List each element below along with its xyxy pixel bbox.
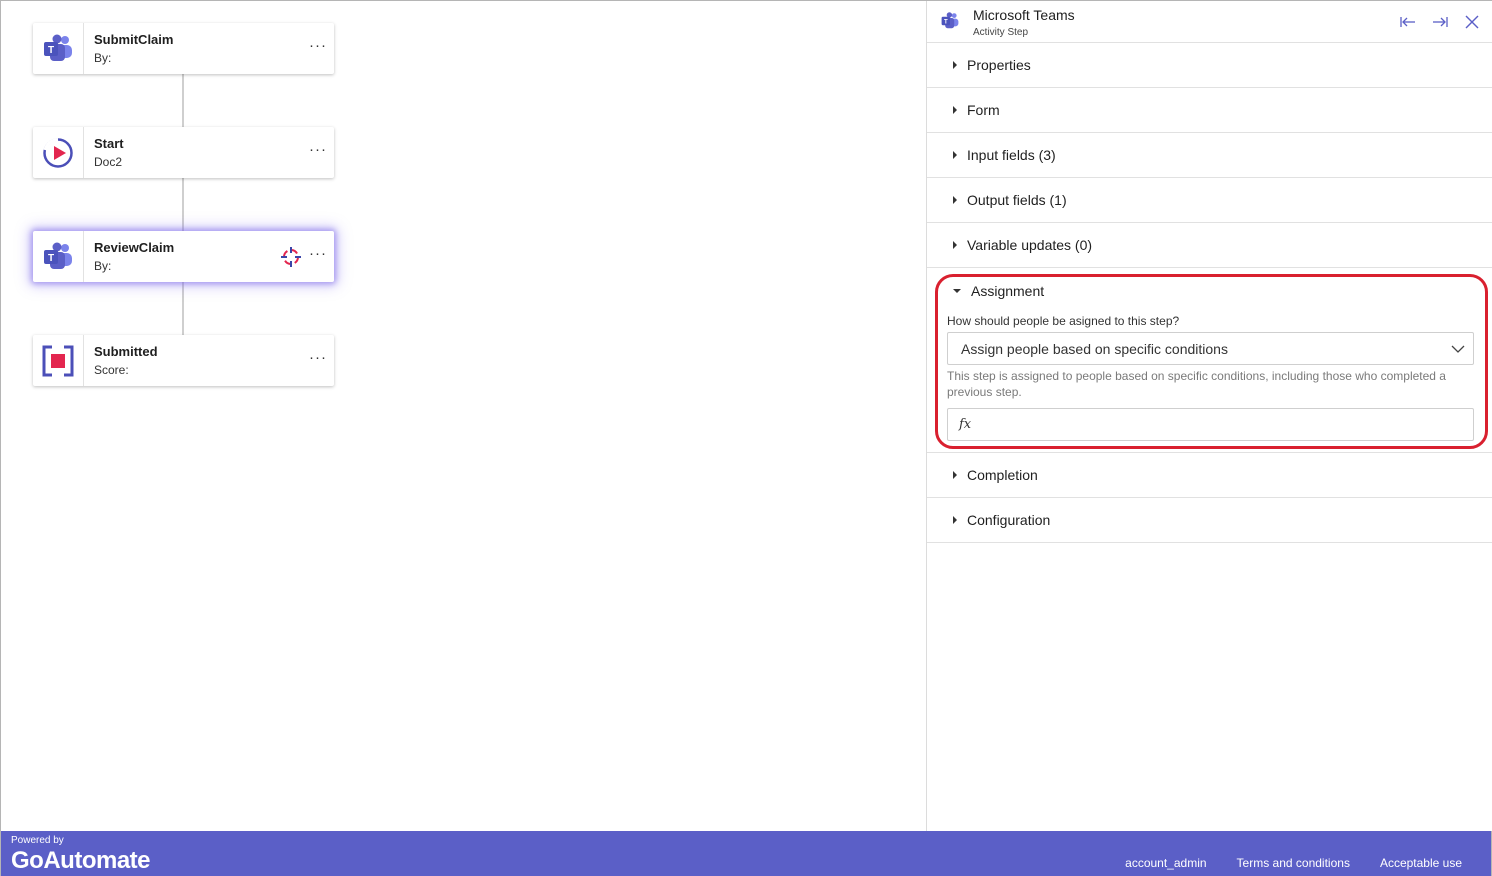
node-title: SubmitClaim — [94, 32, 174, 47]
powered-by-label: Powered by — [11, 835, 64, 846]
panel-title: Microsoft Teams — [973, 7, 1075, 23]
workflow-canvas[interactable]: T SubmitClaim By: ··· Start Doc2 ··· T R… — [1, 1, 926, 831]
assignment-method-select[interactable]: Assign people based on specific conditio… — [947, 332, 1474, 365]
section-completion[interactable]: Completion — [927, 453, 1492, 498]
section-label: Assignment — [971, 282, 1045, 299]
assignment-header[interactable]: Assignment — [927, 268, 1492, 313]
close-icon — [1465, 15, 1479, 29]
section-input-fields[interactable]: Input fields (3) — [927, 133, 1492, 178]
footer: Powered by GoAutomate account_admin Term… — [1, 831, 1491, 876]
caret-right-icon — [953, 516, 957, 524]
node-subtitle: Score: — [94, 363, 129, 377]
section-properties[interactable]: Properties — [927, 43, 1492, 88]
caret-right-icon — [953, 106, 957, 114]
section-output-fields[interactable]: Output fields (1) — [927, 178, 1492, 223]
teams-icon: T — [33, 23, 84, 74]
section-form[interactable]: Form — [927, 88, 1492, 133]
fx-icon: fx — [959, 417, 972, 432]
properties-panel: T Microsoft Teams Activity Step Properti… — [926, 1, 1492, 831]
node-submitclaim[interactable]: T SubmitClaim By: ··· — [33, 23, 334, 74]
section-variable-updates[interactable]: Variable updates (0) — [927, 223, 1492, 268]
panel-subtitle: Activity Step — [973, 27, 1029, 38]
connector-line — [182, 282, 184, 335]
svg-text:T: T — [944, 19, 948, 25]
node-title: Submitted — [94, 344, 158, 359]
goautomate-logo: GoAutomate — [11, 847, 151, 874]
acceptable-use-link[interactable]: Acceptable use — [1380, 856, 1462, 870]
node-text: Submitted Score: — [84, 335, 302, 386]
collapse-left-icon — [1400, 17, 1415, 27]
node-subtitle: By: — [94, 51, 112, 65]
section-label: Properties — [967, 57, 1031, 73]
section-label: Completion — [967, 467, 1038, 483]
caret-right-icon — [953, 151, 957, 159]
formula-input[interactable]: fx — [947, 408, 1474, 441]
connector-line — [182, 74, 184, 127]
panel-header: T Microsoft Teams Activity Step — [927, 1, 1492, 43]
svg-text:T: T — [48, 45, 54, 56]
node-subtitle: Doc2 — [94, 155, 123, 169]
assignment-help-text: This step is assigned to people based on… — [947, 369, 1446, 399]
teams-icon: T — [33, 231, 84, 282]
terms-link[interactable]: Terms and conditions — [1237, 856, 1350, 870]
play-circle-icon — [33, 127, 84, 178]
caret-right-icon — [953, 196, 957, 204]
more-options-button[interactable]: ··· — [302, 127, 334, 178]
footer-links: account_admin Terms and conditions Accep… — [1125, 856, 1462, 870]
section-label: Input fields (3) — [967, 147, 1056, 163]
caret-right-icon — [953, 471, 957, 479]
section-label: Variable updates (0) — [967, 237, 1093, 253]
more-options-button[interactable]: ··· — [302, 335, 334, 386]
expand-right-icon — [1433, 17, 1448, 27]
section-configuration[interactable]: Configuration — [927, 498, 1492, 543]
more-options-button[interactable]: ··· — [302, 23, 334, 74]
stop-square-icon — [33, 335, 84, 386]
section-label: Form — [967, 102, 1000, 118]
node-text: ReviewClaim By: — [84, 231, 280, 282]
connector-line — [182, 178, 184, 231]
section-label: Output fields (1) — [967, 192, 1067, 208]
caret-down-icon — [953, 288, 961, 293]
teams-icon: T — [940, 12, 960, 35]
caret-right-icon — [953, 61, 957, 69]
crosshair-icon[interactable] — [280, 231, 302, 282]
select-value: Assign people based on specific conditio… — [961, 340, 1228, 357]
section-label: Configuration — [967, 512, 1051, 528]
section-assignment: Assignment How should people be asigned … — [927, 268, 1492, 453]
collapse-left-button[interactable] — [1399, 13, 1417, 31]
more-options-button[interactable]: ··· — [302, 231, 334, 282]
node-text: Start Doc2 — [84, 127, 302, 178]
node-subtitle: By: — [94, 259, 112, 273]
expand-right-button[interactable] — [1431, 13, 1449, 31]
account-admin-link[interactable]: account_admin — [1125, 856, 1206, 870]
node-title: Start — [94, 136, 124, 151]
close-button[interactable] — [1463, 13, 1481, 31]
node-submitted[interactable]: Submitted Score: ··· — [33, 335, 334, 386]
node-reviewclaim[interactable]: T ReviewClaim By: ··· — [33, 231, 334, 282]
caret-right-icon — [953, 241, 957, 249]
node-title: ReviewClaim — [94, 240, 175, 255]
node-text: SubmitClaim By: — [84, 23, 302, 74]
assignment-question: How should people be asigned to this ste… — [947, 314, 1180, 328]
node-start[interactable]: Start Doc2 ··· — [33, 127, 334, 178]
svg-text:T: T — [48, 253, 54, 264]
chevron-down-icon — [1443, 345, 1473, 353]
